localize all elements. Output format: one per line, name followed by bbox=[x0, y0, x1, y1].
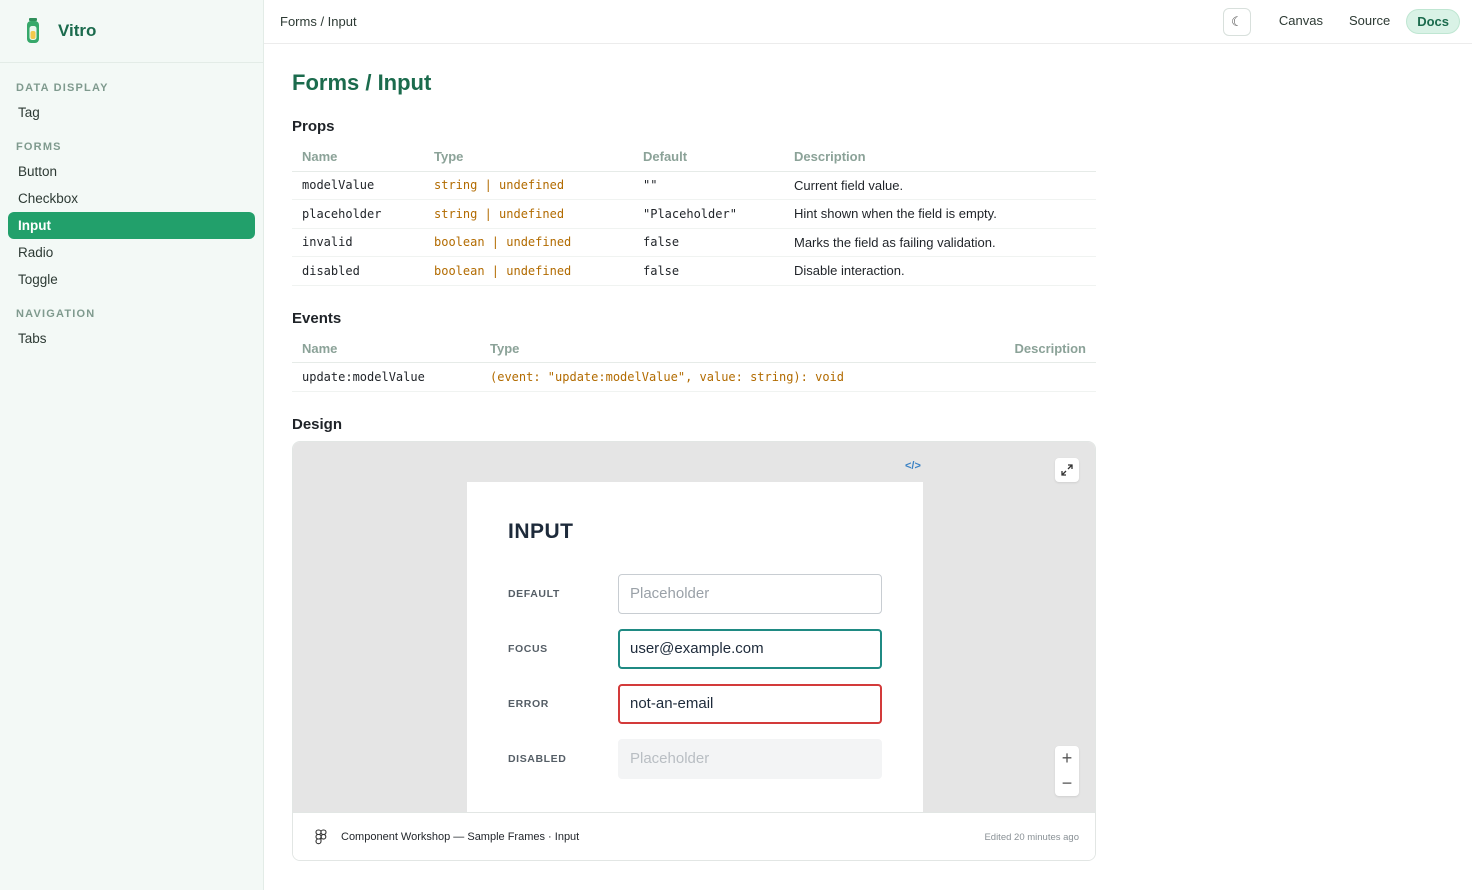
nav-section-data-display: DATA DISPLAY bbox=[16, 82, 109, 94]
table-row: modelValue string | undefined "" Current fi… bbox=[292, 171, 1096, 200]
code-toggle-icon[interactable]: </> bbox=[905, 460, 921, 472]
sidebar: Vitro DATA DISPLAY Tag FORMS Button Checkbox… bbox=[0, 0, 264, 890]
input-default-field[interactable]: Placeholder bbox=[618, 573, 882, 614]
app-root: Vitro DATA DISPLAY Tag FORMS Button Checkbox… bbox=[0, 0, 1472, 890]
state-row-error: ERROR not-an-email bbox=[508, 683, 882, 724]
topbar: Forms / Input ☾ Canvas Source Docs bbox=[264, 0, 1472, 44]
sidebar-item-tabs[interactable]: Tabs bbox=[8, 325, 255, 352]
prop-description-cell: Disable interaction. bbox=[784, 256, 1096, 286]
breadcrumb: Forms / Input bbox=[280, 14, 357, 29]
column-header-type: Type bbox=[424, 143, 633, 172]
brand-name: Vitro bbox=[58, 21, 97, 40]
table-row: disabled boolean | undefined false Disable … bbox=[292, 256, 1096, 286]
column-header-default: Default bbox=[633, 143, 784, 172]
view-switcher: Canvas Source Docs bbox=[1263, 9, 1460, 34]
event-name-cell: update:modelValue bbox=[292, 362, 480, 392]
table-row: invalid boolean | undefined false Marks the… bbox=[292, 228, 1096, 257]
design-canvas[interactable]: </> INPUT DEFAULT Placeholder FOCUS user@ex… bbox=[293, 441, 1095, 812]
design-panel: </> INPUT DEFAULT Placeholder FOCUS user@ex… bbox=[292, 440, 1096, 861]
column-header-description: Description bbox=[784, 143, 1096, 172]
sidebar-nav: DATA DISPLAY Tag FORMS Button Checkbox Input R… bbox=[0, 63, 263, 352]
event-description-cell bbox=[973, 362, 1096, 392]
zoom-controls: + − bbox=[1055, 745, 1079, 796]
zoom-in-button[interactable]: + bbox=[1055, 746, 1079, 771]
state-row-focus: FOCUS user@example.com bbox=[508, 628, 882, 669]
tab-source[interactable]: Source bbox=[1339, 9, 1400, 34]
events-title: Events bbox=[292, 309, 342, 327]
prop-type-cell: boolean | undefined bbox=[424, 228, 633, 257]
sidebar-item-input[interactable]: Input bbox=[8, 212, 255, 239]
sidebar-item-button[interactable]: Button bbox=[8, 158, 255, 185]
sidebar-item-toggle[interactable]: Toggle bbox=[8, 266, 255, 293]
nav-section-forms: FORMS bbox=[16, 141, 62, 153]
prop-name-cell: invalid bbox=[292, 228, 424, 257]
frame-title: INPUT bbox=[508, 519, 574, 543]
edited-timestamp: Edited 20 minutes ago bbox=[984, 831, 1079, 843]
prop-default-cell: "Placeholder" bbox=[633, 199, 784, 229]
sidebar-item-tag[interactable]: Tag bbox=[8, 99, 255, 126]
figma-icon bbox=[315, 829, 327, 845]
props-table: Name Type Default Description modelValue str… bbox=[292, 143, 1096, 286]
prop-description-cell: Current field value. bbox=[784, 171, 1096, 200]
prop-name-cell: modelValue bbox=[292, 171, 424, 200]
prop-type-cell: string | undefined bbox=[424, 199, 633, 229]
design-footer: Component Workshop — Sample Frames · Inp… bbox=[293, 811, 1095, 860]
table-row: placeholder string | undefined "Placeholde… bbox=[292, 199, 1096, 229]
prop-name-cell: disabled bbox=[292, 256, 424, 286]
zoom-out-button[interactable]: − bbox=[1055, 771, 1079, 796]
main-area: Forms / Input ☾ Canvas Source Docs Forms /… bbox=[264, 0, 1472, 890]
prop-type-cell: string | undefined bbox=[424, 171, 633, 200]
events-header-row: Name Type Description bbox=[292, 334, 1096, 363]
column-header-name: Name bbox=[292, 143, 424, 172]
expand-icon bbox=[1061, 463, 1073, 476]
prop-description-cell: Hint shown when the field is empty. bbox=[784, 199, 1096, 229]
input-error-field[interactable]: not-an-email bbox=[618, 683, 882, 724]
prop-default-cell: "" bbox=[633, 171, 784, 200]
expand-button[interactable] bbox=[1055, 457, 1079, 482]
docs-content: Forms / Input Props Name Type Default Descr… bbox=[264, 44, 1472, 861]
brand[interactable]: Vitro bbox=[0, 0, 263, 63]
props-title: Props bbox=[292, 118, 335, 135]
sidebar-item-checkbox[interactable]: Checkbox bbox=[8, 185, 255, 212]
tab-docs[interactable]: Docs bbox=[1406, 9, 1460, 34]
moon-icon: ☾ bbox=[1231, 13, 1243, 29]
nav-section-navigation: NAVIGATION bbox=[16, 308, 96, 320]
event-type-cell: (event: "update:modelValue", value: stri… bbox=[480, 362, 973, 392]
figma-source-link[interactable]: Component Workshop — Sample Frames · Inp… bbox=[341, 831, 984, 843]
design-title: Design bbox=[292, 415, 343, 433]
prop-default-cell: false bbox=[633, 228, 784, 257]
column-header-type: Type bbox=[480, 334, 973, 363]
state-row-default: DEFAULT Placeholder bbox=[508, 573, 882, 614]
prop-description-cell: Marks the field as failing validation. bbox=[784, 228, 1096, 257]
prop-type-cell: boolean | undefined bbox=[424, 256, 633, 286]
sidebar-item-radio[interactable]: Radio bbox=[8, 239, 255, 266]
props-header-row: Name Type Default Description bbox=[292, 143, 1096, 172]
state-label: FOCUS bbox=[508, 642, 548, 655]
state-label: DISABLED bbox=[508, 752, 567, 765]
events-table: Name Type Description update:modelValue (ev… bbox=[292, 334, 1096, 392]
vitro-logo-icon bbox=[27, 18, 39, 43]
input-focus-field[interactable]: user@example.com bbox=[618, 628, 882, 669]
state-label: DEFAULT bbox=[508, 587, 560, 600]
prop-name-cell: placeholder bbox=[292, 199, 424, 229]
input-disabled-field: Placeholder bbox=[618, 738, 882, 779]
state-row-disabled: DISABLED Placeholder bbox=[508, 738, 882, 779]
input-frame: INPUT DEFAULT Placeholder FOCUS user@exampl… bbox=[467, 481, 923, 812]
table-row: update:modelValue (event: "update:modelVa… bbox=[292, 362, 1096, 392]
state-label: ERROR bbox=[508, 697, 549, 710]
tab-canvas[interactable]: Canvas bbox=[1269, 9, 1333, 34]
column-header-description: Description bbox=[973, 334, 1096, 363]
column-header-name: Name bbox=[292, 334, 480, 363]
prop-default-cell: false bbox=[633, 256, 784, 286]
theme-toggle-button[interactable]: ☾ bbox=[1222, 7, 1251, 36]
page-title: Forms / Input bbox=[292, 70, 432, 95]
